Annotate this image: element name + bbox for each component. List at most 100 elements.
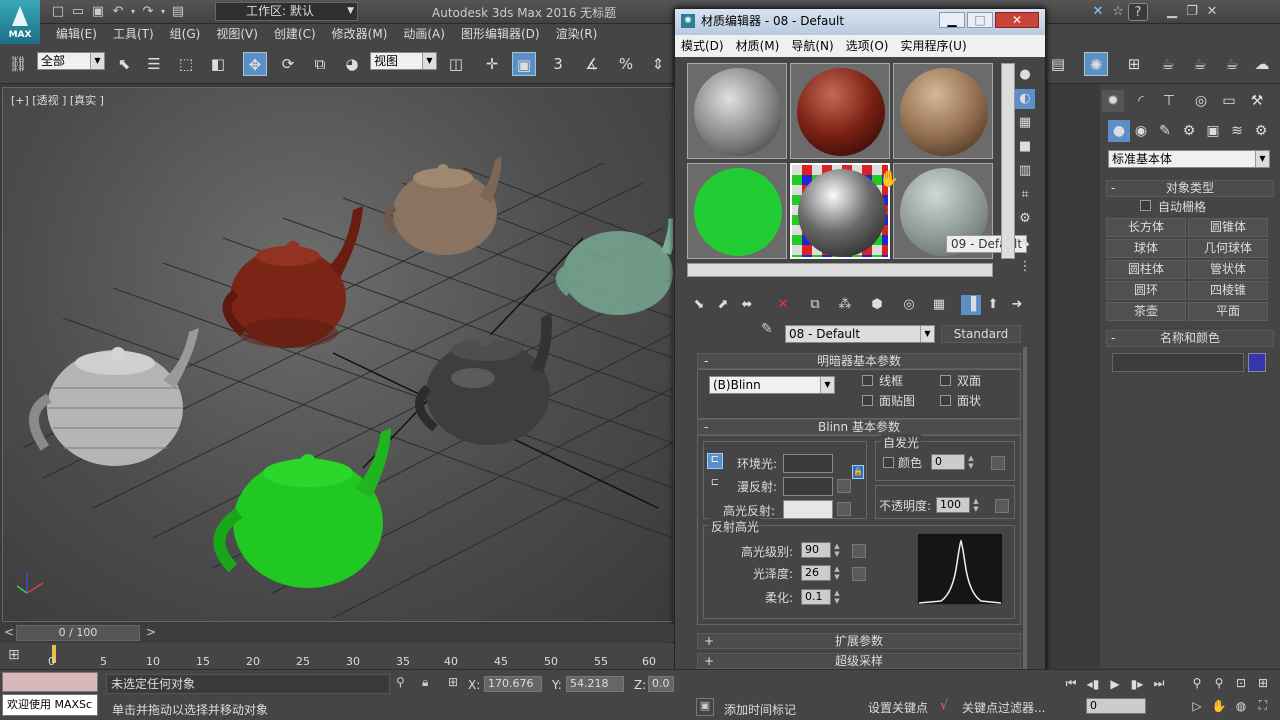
time-slider[interactable]: < 0 / 100 > [0,624,674,642]
ambient-color-swatch[interactable] [783,454,833,473]
create-box-button[interactable]: 长方体 [1106,218,1186,237]
object-name-input[interactable] [1112,353,1244,372]
absolute-mode-icon[interactable]: ⊞ [448,675,458,689]
maximize-icon[interactable]: □ [967,12,993,28]
material-editor-window[interactable]: ✺ 材质编辑器 - 08 - Default ▁ □ ✕ 模式(D) 材质(M)… [674,8,1046,696]
project-folder-icon[interactable]: ▤ [168,3,188,21]
create-sphere-button[interactable]: 球体 [1106,239,1186,258]
material-map-navigator-icon[interactable]: ⋮ [1015,257,1035,277]
spinner-arrows-icon[interactable]: ▲ ▼ [832,542,842,558]
sample-uv-tiling-icon[interactable]: ■ [1015,137,1035,157]
object-category-dropdown[interactable]: 标准基本体 ▼ [1108,150,1270,168]
selection-lock-icon[interactable]: 🔒︎ [422,675,428,690]
assign-to-selection-icon[interactable]: ⬌ [737,295,757,315]
eyedropper-icon[interactable]: ✎ [761,321,773,337]
modify-tab-icon[interactable]: ◜ [1130,90,1152,112]
current-frame-field[interactable]: 0 [1086,698,1146,714]
spacewarps-icon[interactable]: ≋ [1226,120,1248,142]
maxscript-listener[interactable]: 欢迎使用 MAXSc [2,694,98,716]
undo-icon[interactable]: ↶ [108,3,128,21]
specular-color-swatch[interactable] [783,500,833,519]
self-illum-map-button[interactable] [991,456,1005,470]
orbit-icon[interactable]: ◍ [1230,699,1252,713]
rollout-object-type[interactable]: - 对象类型 [1106,180,1274,197]
material-editor-titlebar[interactable]: ✺ 材质编辑器 - 08 - Default ▁ □ ✕ [675,9,1045,35]
opacity-spinner[interactable]: 100 [936,497,970,513]
helpers-icon[interactable]: ▣ [1202,120,1224,142]
angle-snap-icon[interactable]: ∡ [580,52,604,76]
glossiness-spinner[interactable]: 26 [801,565,831,581]
previous-frame-icon[interactable]: ◂▮ [1082,677,1104,691]
menu-modifiers[interactable]: 修改器(M) [332,24,388,44]
go-to-parent-icon[interactable]: ⬆ [983,295,1003,315]
slot-vertical-scrollbar[interactable] [1001,63,1015,259]
put-to-scene-icon[interactable]: ⬈ [713,295,733,315]
star-icon[interactable]: ☆ [1108,3,1128,21]
redo-dropdown-icon[interactable]: ▾ [158,3,168,21]
rollout-blinn-basic[interactable]: - Blinn 基本参数 [697,419,1021,435]
save-file-icon[interactable]: ▣ [88,3,108,21]
perspective-viewport[interactable]: [+] [透视 ] [真实 ] [2,87,674,622]
create-tab-icon[interactable]: ✹ [1102,90,1124,112]
minimize-icon[interactable]: ▁ [939,12,965,28]
backlight-icon[interactable]: ◐ [1015,89,1035,109]
menu-views[interactable]: 视图(V) [216,24,258,44]
utilities-tab-icon[interactable]: ⚒ [1246,90,1268,112]
zoom-extents-icon[interactable]: ⊡ [1230,676,1252,690]
window-crossing-icon[interactable]: ◧ [206,52,230,76]
face-map-checkbox[interactable] [862,395,873,406]
render-cloud-icon[interactable]: ☁ [1250,52,1274,76]
slider-next-icon[interactable]: > [146,625,156,639]
render-iterative-icon[interactable]: ☕ [1220,52,1244,76]
select-manipulate-icon[interactable]: ✛ [480,52,504,76]
make-unique-icon[interactable]: ⁂ [835,295,855,315]
app-logo-button[interactable]: MAX [0,0,40,44]
motion-tab-icon[interactable]: ◎ [1190,90,1212,112]
glossiness-map-button[interactable] [852,567,866,581]
close-x-icon[interactable]: ✕ [1088,3,1108,21]
hierarchy-tab-icon[interactable]: ⊤ [1158,90,1180,112]
zoom-all-icon[interactable]: ⚲ [1208,676,1230,690]
menu-group[interactable]: 组(G) [170,24,201,44]
render-teapot-icon[interactable]: ☕ [1156,52,1180,76]
menu-animation[interactable]: 动画(A) [403,24,445,44]
self-illum-value-spinner[interactable]: 0 [931,454,965,470]
spinner-arrows-icon[interactable]: ▲ ▼ [832,565,842,581]
zoom-extents-all-icon[interactable]: ⊞ [1252,676,1274,690]
panel-scrollbar[interactable] [1023,347,1027,693]
create-geosphere-button[interactable]: 几何球体 [1188,239,1268,258]
lights-icon[interactable]: ✎ [1154,120,1176,142]
key-filters-button[interactable]: 关键点过滤器... [962,699,1045,716]
material-name-field[interactable]: 08 - Default ▼ [785,325,935,343]
put-to-library-icon[interactable]: ⬢ [867,295,887,315]
rendered-frame-icon[interactable]: ⊞ [1122,52,1146,76]
percent-snap-icon[interactable]: % [614,52,638,76]
diffuse-color-swatch[interactable] [783,477,833,496]
geometry-icon[interactable]: ● [1108,120,1130,142]
create-plane-button[interactable]: 平面 [1188,302,1268,321]
selection-filter-dropdown[interactable]: 全部 ▼ [37,52,105,70]
teapot-chrome[interactable] [415,313,552,445]
y-coordinate-field[interactable]: 54.218 [566,676,624,692]
time-slider-thumb[interactable]: 0 / 100 [16,625,140,641]
menu-utilities[interactable]: 实用程序(U) [900,35,966,57]
opacity-map-button[interactable] [995,499,1009,513]
faceted-checkbox[interactable] [940,395,951,406]
go-to-start-icon[interactable]: ⏮ [1060,676,1082,691]
scale-icon[interactable]: ⧉ [308,52,332,76]
wire-checkbox[interactable] [862,375,873,386]
next-frame-icon[interactable]: ▮▸ [1126,677,1148,691]
x-coordinate-field[interactable]: 170.676 [484,676,542,692]
menu-tools[interactable]: 工具(T) [113,24,154,44]
link-icon[interactable]: ⛓ [6,52,30,76]
select-object-icon[interactable]: ⬉ [112,52,136,76]
redo-icon[interactable]: ↷ [138,3,158,21]
close-icon[interactable]: ✕ [995,12,1039,28]
place-icon[interactable]: ◕ [340,52,364,76]
soften-spinner[interactable]: 0.1 [801,589,831,605]
go-forward-sibling-icon[interactable]: ➜ [1007,295,1027,315]
menu-create[interactable]: 创建(C) [274,24,316,44]
menu-navigation[interactable]: 导航(N) [791,35,833,57]
keyboard-shortcut-override-icon[interactable]: ▣ [512,52,536,76]
reference-coordinate-dropdown[interactable]: 视图 ▼ [370,52,437,70]
